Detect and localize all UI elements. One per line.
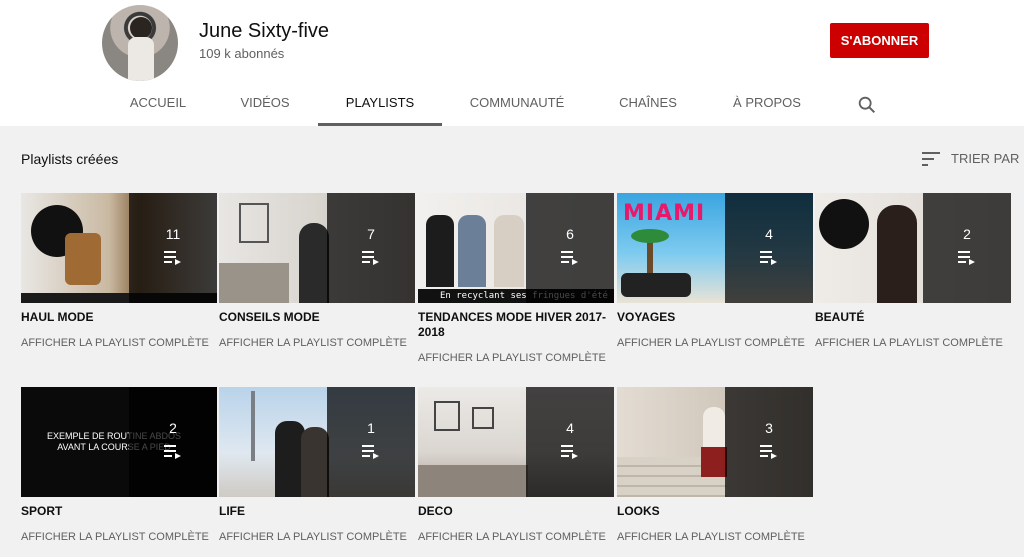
playlist-overlay: 6 <box>526 193 614 303</box>
section-title: Playlists créées <box>21 151 119 167</box>
playlist-thumbnail[interactable]: 1 <box>219 387 415 497</box>
playlist-icon <box>958 251 975 265</box>
video-count: 1 <box>367 420 375 436</box>
playlist-overlay: 1 <box>327 387 415 497</box>
channel-header: June Sixty-five 109 k abonnés S'ABONNER … <box>0 0 1024 126</box>
playlist-thumbnail[interactable]: 11 <box>21 193 217 303</box>
playlist-thumbnail[interactable]: En recyclant ses fringues d'été 6 <box>418 193 614 303</box>
playlist-icon <box>164 445 181 459</box>
tab-playlists[interactable]: PLAYLISTS <box>318 82 442 126</box>
playlist-title[interactable]: TENDANCES MODE HIVER 2017-2018 <box>418 310 614 340</box>
playlist-overlay: 2 <box>129 387 217 497</box>
playlist-overlay: 4 <box>725 193 813 303</box>
view-full-playlist-link[interactable]: AFFICHER LA PLAYLIST COMPLÈTE <box>815 337 1003 349</box>
video-count: 6 <box>566 226 574 242</box>
playlist-thumbnail[interactable]: EXEMPLE DE ROUTINE ABDOS AVANT LA COURSE… <box>21 387 217 497</box>
playlist-overlay: 3 <box>725 387 813 497</box>
channel-avatar[interactable] <box>102 5 178 81</box>
sort-icon <box>922 152 940 166</box>
playlist-title[interactable]: HAUL MODE <box>21 310 217 325</box>
video-count: 4 <box>566 420 574 436</box>
view-full-playlist-link[interactable]: AFFICHER LA PLAYLIST COMPLÈTE <box>418 352 606 364</box>
tab-chaines[interactable]: CHAÎNES <box>612 82 684 126</box>
playlist-thumbnail[interactable]: 7 <box>219 193 415 303</box>
playlist-overlay: 4 <box>526 387 614 497</box>
playlist-title[interactable]: DECO <box>418 504 614 519</box>
channel-tabs: ACCUEIL VIDÉOS PLAYLISTS COMMUNAUTÉ CHAÎ… <box>0 82 1024 126</box>
view-full-playlist-link[interactable]: AFFICHER LA PLAYLIST COMPLÈTE <box>617 531 805 543</box>
video-count: 4 <box>765 226 773 242</box>
playlist-title[interactable]: LIFE <box>219 504 415 519</box>
tab-communaute[interactable]: COMMUNAUTÉ <box>462 82 572 126</box>
playlist-icon <box>760 445 777 459</box>
tab-a-propos[interactable]: À PROPOS <box>724 82 810 126</box>
sort-label: TRIER PAR <box>951 151 1020 166</box>
playlist-title[interactable]: LOOKS <box>617 504 813 519</box>
playlist-icon <box>561 445 578 459</box>
view-full-playlist-link[interactable]: AFFICHER LA PLAYLIST COMPLÈTE <box>418 531 606 543</box>
playlist-title[interactable]: CONSEILS MODE <box>219 310 415 325</box>
video-count: 2 <box>169 420 177 436</box>
thumbnail-caption: MIAMI <box>623 201 706 226</box>
subscriber-count: 109 k abonnés <box>199 46 285 61</box>
video-count: 2 <box>963 226 971 242</box>
video-count: 3 <box>765 420 773 436</box>
playlist-thumbnail[interactable]: 4 <box>418 387 614 497</box>
playlist-overlay: 11 <box>129 193 217 303</box>
search-icon[interactable] <box>856 94 878 116</box>
view-full-playlist-link[interactable]: AFFICHER LA PLAYLIST COMPLÈTE <box>21 531 209 543</box>
video-count: 7 <box>367 226 375 242</box>
channel-name: June Sixty-five <box>199 20 330 42</box>
subscribe-button[interactable]: S'ABONNER <box>830 23 929 58</box>
playlist-thumbnail[interactable]: MIAMI 4 <box>617 193 813 303</box>
playlist-thumbnail[interactable]: 2 <box>815 193 1011 303</box>
view-full-playlist-link[interactable]: AFFICHER LA PLAYLIST COMPLÈTE <box>219 337 407 349</box>
playlist-icon <box>561 251 578 265</box>
playlist-overlay: 2 <box>923 193 1011 303</box>
playlist-icon <box>164 251 181 265</box>
tab-videos[interactable]: VIDÉOS <box>232 82 298 126</box>
view-full-playlist-link[interactable]: AFFICHER LA PLAYLIST COMPLÈTE <box>21 337 209 349</box>
playlist-icon <box>760 251 777 265</box>
playlist-overlay: 7 <box>327 193 415 303</box>
playlist-thumbnail[interactable]: 3 <box>617 387 813 497</box>
playlist-title[interactable]: BEAUTÉ <box>815 310 1011 325</box>
playlist-icon <box>362 445 379 459</box>
playlist-title[interactable]: SPORT <box>21 504 217 519</box>
view-full-playlist-link[interactable]: AFFICHER LA PLAYLIST COMPLÈTE <box>617 337 805 349</box>
view-full-playlist-link[interactable]: AFFICHER LA PLAYLIST COMPLÈTE <box>219 531 407 543</box>
tab-accueil[interactable]: ACCUEIL <box>122 82 194 126</box>
playlist-icon <box>362 251 379 265</box>
playlist-title[interactable]: VOYAGES <box>617 310 813 325</box>
video-count: 11 <box>165 226 181 242</box>
